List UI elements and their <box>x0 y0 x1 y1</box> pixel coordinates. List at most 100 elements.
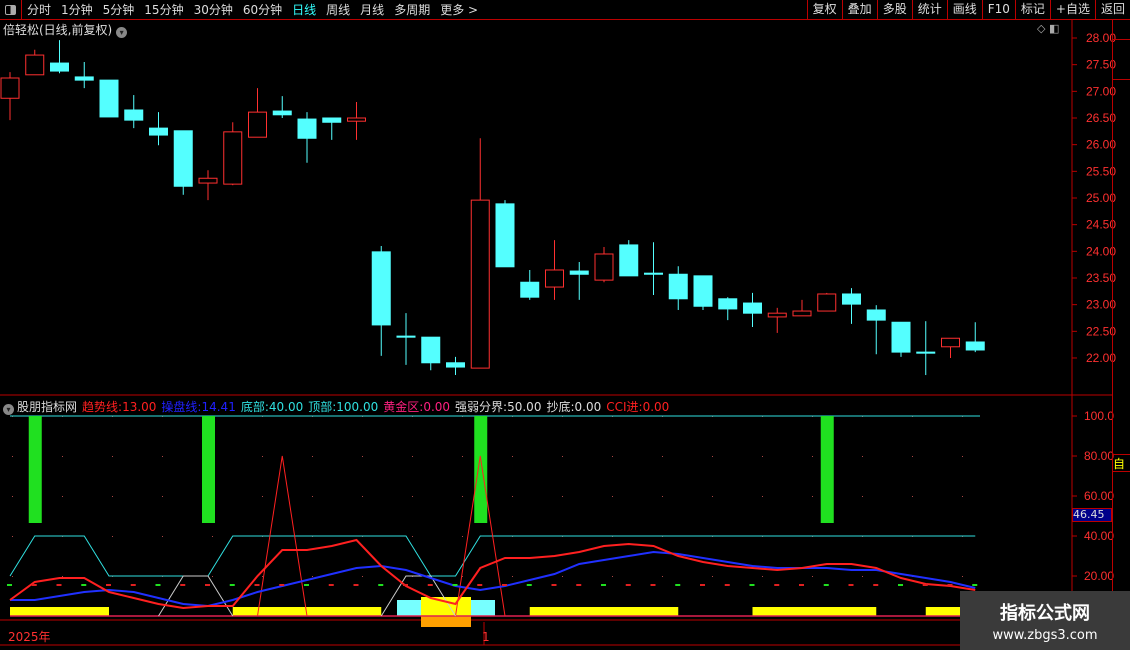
grid-dot <box>462 536 463 537</box>
candle-body <box>25 54 45 76</box>
grid-dot <box>762 576 763 577</box>
indicator-tick-label: 80.00 <box>1084 449 1114 463</box>
grid-dot <box>662 456 663 457</box>
dash-mark <box>427 584 433 586</box>
legend-value: 100.00 <box>336 400 379 414</box>
candle-body <box>470 199 490 369</box>
dash-mark <box>155 584 161 586</box>
dash-mark <box>700 584 705 586</box>
grid-dot <box>112 536 113 537</box>
candle-body <box>965 341 985 351</box>
dash-mark <box>576 584 582 586</box>
grid-dot <box>162 536 163 537</box>
indicator-tick-label: 20.00 <box>1084 569 1114 583</box>
candle-body <box>718 298 738 310</box>
dash-mark <box>452 584 458 586</box>
legend-value: 0.00 <box>642 400 670 414</box>
candle-body <box>941 337 960 348</box>
grid-dot <box>362 576 363 577</box>
candle-body <box>446 362 465 368</box>
candle-body <box>916 351 936 354</box>
grid-dot <box>362 456 363 457</box>
grid-dot <box>512 456 513 457</box>
dash-mark <box>898 584 903 586</box>
legend-item: 强弱分界:50.00 <box>455 400 541 414</box>
grid-dot <box>12 536 13 537</box>
legend-item: 底部:40.00 <box>241 400 303 414</box>
grid-dot <box>312 456 313 457</box>
legend-item: 黄金区:0.00 <box>383 400 450 414</box>
grid-dot <box>512 576 513 577</box>
grid-dot <box>712 496 713 497</box>
candle-body <box>891 321 911 353</box>
grid-dot <box>62 576 63 577</box>
dash-mark <box>180 584 186 586</box>
gold-zone-bar <box>10 607 109 616</box>
dash-mark <box>502 584 507 586</box>
signal-bar <box>202 416 215 523</box>
grid-dot <box>162 496 163 497</box>
chart-canvas[interactable]: 28.0027.5027.0026.5026.0025.5025.0024.50… <box>0 0 1130 650</box>
candle-body <box>520 281 540 298</box>
legend-value: 0.00 <box>574 400 602 414</box>
candle-body <box>792 310 812 317</box>
gold-zone-bar <box>752 607 877 616</box>
grid-dot <box>862 576 863 577</box>
candle-body <box>248 111 267 138</box>
legend-label: 操盘线: <box>161 400 202 414</box>
dash-mark <box>378 584 384 586</box>
dash-mark <box>205 584 210 586</box>
candle-body <box>198 177 218 184</box>
candle-body <box>644 272 663 275</box>
candle-body <box>50 62 69 72</box>
candle-body <box>124 109 144 121</box>
candle-body <box>817 293 837 312</box>
candle-body <box>74 76 94 81</box>
zone-block <box>397 600 421 616</box>
candle-body <box>668 273 688 300</box>
dash-mark <box>328 584 334 586</box>
grid-dot <box>962 576 963 577</box>
time-label: 1 <box>482 630 490 644</box>
dash-mark <box>56 584 62 586</box>
side-strip-label[interactable]: 自 <box>1113 455 1130 472</box>
grid-dot <box>312 496 313 497</box>
indicator-current-value: 46.45 <box>1072 508 1112 522</box>
chevron-down-icon[interactable]: ▾ <box>3 404 14 415</box>
dash-mark <box>601 584 606 586</box>
signal-bar <box>28 416 42 523</box>
indicator-name[interactable]: 股朋指标网 <box>17 400 77 414</box>
legend-item: 趋势线:13.00 <box>82 400 156 414</box>
candle-body <box>594 253 614 281</box>
candle-body <box>842 293 861 305</box>
dash-mark <box>823 584 829 586</box>
dash-mark <box>304 584 309 586</box>
candle-body <box>495 203 515 268</box>
dash-mark <box>254 584 260 586</box>
candle-body <box>173 130 193 187</box>
dash-mark <box>229 584 235 586</box>
legend-value: 0.00 <box>423 400 451 414</box>
grid-dot <box>262 496 263 497</box>
candle-body <box>347 117 366 122</box>
legend-item: CCI进:0.00 <box>606 400 669 414</box>
dash-mark <box>130 584 136 586</box>
candle-body <box>396 335 416 338</box>
grid-dot <box>262 576 263 577</box>
grid-dot <box>112 496 113 497</box>
candle-body <box>743 302 762 314</box>
grid-dot <box>812 496 813 497</box>
dash-mark <box>403 584 408 586</box>
grid-dot <box>912 496 913 497</box>
white-band-line <box>158 575 234 617</box>
watermark-name: 指标公式网 <box>1000 603 1090 624</box>
candle-body <box>421 336 441 364</box>
dash-mark <box>972 584 978 586</box>
dash-mark <box>81 584 87 586</box>
side-strip: 自 <box>1112 20 1130 650</box>
candle-body <box>99 79 119 118</box>
dash-mark <box>799 584 804 586</box>
dash-mark <box>526 584 532 586</box>
dash-mark <box>724 584 730 586</box>
legend-label: 强弱分界: <box>455 400 508 414</box>
